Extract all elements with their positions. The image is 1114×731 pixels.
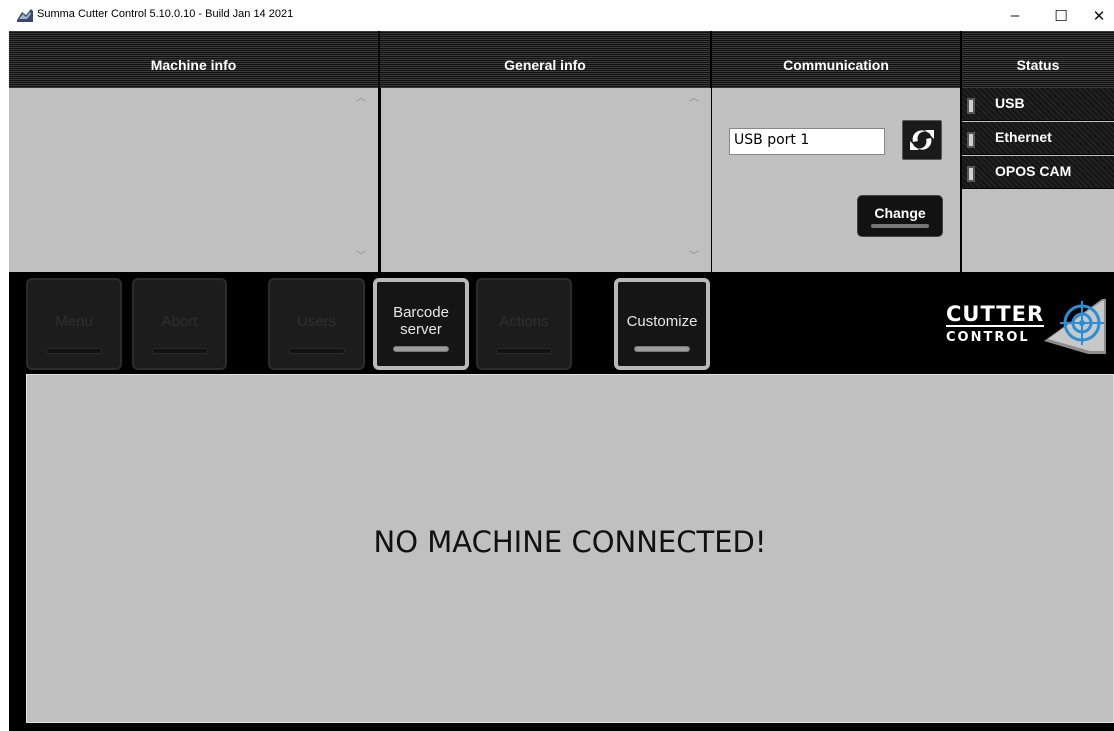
machine-info-panel[interactable]: ︿ ﹀	[9, 88, 378, 272]
customize-button[interactable]: Customize	[614, 278, 710, 370]
general-info-header: General info	[380, 31, 710, 88]
status-led-icon	[967, 132, 975, 148]
general-info-scrollbar[interactable]: ︿ ﹀	[687, 92, 701, 264]
customize-button-label: Customize	[626, 312, 698, 330]
button-indicator	[393, 346, 449, 352]
crosshair-logo-icon	[1044, 299, 1106, 354]
status-item-opos-cam: OPOS CAM	[962, 156, 1114, 189]
maximize-button[interactable]: ☐	[1038, 0, 1084, 31]
button-indicator	[496, 348, 552, 354]
port-field[interactable]: USB port 1	[729, 128, 885, 155]
main-toolbar: Menu Abort Users Barcode server Actions …	[9, 272, 1114, 374]
cutter-control-logo: CUTTER CONTROL	[946, 299, 1106, 354]
scroll-down-icon[interactable]: ﹀	[354, 250, 368, 264]
minimize-button[interactable]: –	[992, 0, 1038, 31]
status-label: OPOS CAM	[995, 163, 1072, 179]
logo-line2: CONTROL	[946, 330, 1030, 345]
barcode-label-line2: server	[400, 321, 442, 338]
abort-button[interactable]: Abort	[132, 278, 227, 370]
actions-button[interactable]: Actions	[476, 278, 572, 370]
users-button-label: Users	[296, 312, 337, 330]
abort-button-label: Abort	[161, 312, 198, 330]
scroll-down-icon[interactable]: ﹀	[687, 250, 701, 264]
communication-header: Communication	[712, 31, 960, 88]
change-button[interactable]: Change	[857, 195, 943, 237]
status-label: USB	[995, 95, 1025, 111]
button-indicator	[151, 348, 208, 354]
change-button-label: Change	[874, 204, 926, 221]
refresh-button[interactable]	[902, 120, 942, 160]
close-button[interactable]: ✕	[1084, 0, 1114, 31]
menu-button-label: Menu	[55, 312, 93, 330]
button-indicator	[46, 348, 102, 354]
machine-info-header: Machine info	[9, 31, 378, 88]
status-item-ethernet: Ethernet	[962, 122, 1114, 155]
button-indicator	[634, 346, 690, 352]
app-frame: Machine info General info Communication …	[9, 31, 1114, 731]
window-title: Summa Cutter Control 5.10.0.10 - Build J…	[37, 8, 294, 20]
status-item-usb: USB	[962, 88, 1114, 121]
status-header: Status	[962, 31, 1114, 88]
menu-button[interactable]: Menu	[26, 278, 122, 370]
scroll-up-icon[interactable]: ︿	[354, 92, 368, 106]
barcode-label-line1: Barcode	[393, 304, 449, 321]
status-label: Ethernet	[995, 129, 1052, 145]
no-machine-message: NO MACHINE CONNECTED!	[373, 525, 767, 559]
status-led-icon	[967, 98, 975, 114]
scroll-up-icon[interactable]: ︿	[687, 92, 701, 106]
barcode-server-button-label: Barcode server	[393, 304, 449, 338]
refresh-icon	[910, 130, 934, 150]
machine-info-scrollbar[interactable]: ︿ ﹀	[354, 92, 368, 264]
barcode-server-button[interactable]: Barcode server	[373, 278, 469, 370]
main-content-area: NO MACHINE CONNECTED!	[26, 374, 1114, 723]
button-indicator	[288, 348, 345, 354]
status-led-icon	[967, 166, 975, 182]
app-icon	[17, 9, 33, 22]
logo-line1: CUTTER	[946, 302, 1045, 327]
users-button[interactable]: Users	[268, 278, 365, 370]
window-titlebar: Summa Cutter Control 5.10.0.10 - Build J…	[0, 0, 1114, 31]
communication-panel: USB port 1 Change	[712, 88, 960, 272]
general-info-panel[interactable]: ︿ ﹀	[381, 88, 711, 272]
actions-button-label: Actions	[499, 312, 549, 330]
button-indicator	[871, 223, 929, 228]
status-panel: USB Ethernet OPOS CAM	[962, 88, 1114, 272]
